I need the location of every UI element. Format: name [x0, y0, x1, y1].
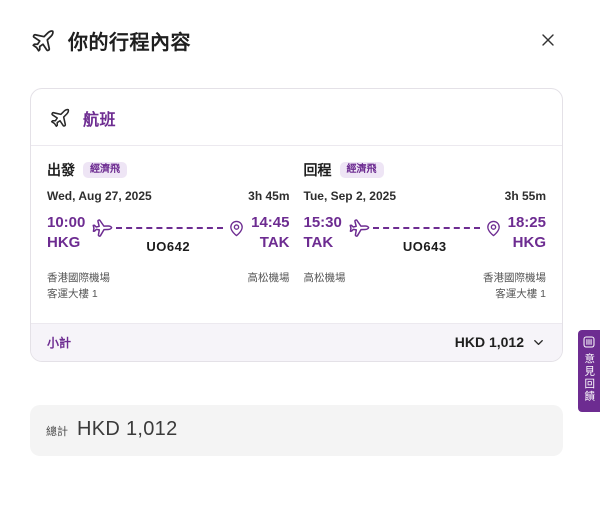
arrival-time: 18:25 — [507, 214, 546, 231]
arrival-time-block: 18:25 HKG — [508, 213, 546, 254]
survey-icon — [583, 336, 595, 348]
flights-section-title: 航班 — [83, 112, 117, 129]
route-line — [91, 218, 245, 238]
flight-date: Wed, Aug 27, 2025 — [47, 189, 152, 203]
close-button[interactable] — [538, 30, 558, 50]
route-dashed-line — [116, 227, 224, 229]
plane-icon — [344, 214, 372, 242]
subtotal-amount: HKD 1,012 — [455, 334, 546, 350]
leg-date-row: Tue, Sep 2, 2025 3h 55m — [304, 189, 547, 203]
leg-date-row: Wed, Aug 27, 2025 3h 45m — [47, 189, 290, 203]
departure-code: HKG — [47, 233, 81, 251]
route-line — [348, 218, 502, 238]
arrival-code: TAK — [259, 233, 290, 251]
arrival-airport: 高松機場 — [247, 272, 290, 284]
route-graphic: UO643 — [342, 213, 508, 254]
route-row: 10:00 HKG UO642 14:45 TAK — [47, 213, 290, 254]
page-title: 你的行程內容 — [68, 32, 191, 54]
flight-date: Tue, Sep 2, 2025 — [303, 189, 397, 203]
route-row: 15:30 TAK UO643 18:25 HKG — [304, 213, 547, 254]
plane-icon — [49, 107, 71, 129]
arrival-code: HKG — [512, 233, 546, 251]
route-graphic: UO642 — [85, 213, 251, 254]
flights-section-header: 航班 — [31, 89, 562, 146]
fare-class-badge: 經濟飛 — [83, 162, 127, 178]
flight-number: UO643 — [402, 239, 447, 254]
airports-row: 香港國際機場 客運大樓 1 高松機場 — [47, 270, 290, 303]
arrival-time-block: 14:45 TAK — [251, 213, 289, 254]
itinerary-card: 航班 出發 經濟飛 Wed, Aug 27, 2025 3h 45m 10:00… — [30, 88, 563, 362]
departure-airport: 香港國際機場 客運大樓 1 — [47, 272, 110, 301]
departure-time-block: 15:30 TAK — [304, 213, 342, 254]
departure-airport: 高松機場 — [303, 272, 346, 284]
direction-label: 回程 — [303, 162, 332, 178]
departure-time: 15:30 — [303, 214, 342, 231]
total-card: 總計 HKD 1,012 — [30, 404, 563, 456]
feedback-tab[interactable]: 意見回饋 — [578, 330, 600, 412]
flight-legs: 出發 經濟飛 Wed, Aug 27, 2025 3h 45m 10:00 HK… — [31, 146, 562, 323]
map-pin-icon — [228, 220, 245, 237]
fare-class-badge: 經濟飛 — [339, 162, 384, 178]
total-amount: HKD 1,012 — [77, 417, 178, 440]
flight-leg-return: 回程 經濟飛 Tue, Sep 2, 2025 3h 55m 15:30 TAK — [304, 160, 547, 303]
departure-time-block: 10:00 HKG — [47, 213, 85, 254]
departure-code: TAK — [303, 233, 334, 251]
chevron-down-icon — [531, 335, 546, 350]
direction-label: 出發 — [47, 162, 75, 178]
close-icon — [541, 33, 555, 47]
route-dashed-line — [372, 227, 480, 229]
flight-number: UO642 — [146, 239, 191, 254]
airports-row: 高松機場 香港國際機場 客運大樓 1 — [304, 270, 547, 303]
flight-leg-outbound: 出發 經濟飛 Wed, Aug 27, 2025 3h 45m 10:00 HK… — [47, 160, 290, 303]
arrival-time: 14:45 — [251, 214, 290, 231]
arrival-airport: 香港國際機場 客運大樓 1 — [483, 272, 546, 301]
flight-duration: 3h 45m — [248, 189, 290, 203]
leg-heading: 回程 經濟飛 — [304, 160, 547, 180]
subtotal-row[interactable]: 小計 HKD 1,012 — [31, 322, 562, 361]
flight-duration: 3h 55m — [504, 189, 546, 203]
map-pin-icon — [485, 220, 502, 237]
subtotal-label: 小計 — [47, 335, 72, 350]
plane-icon — [30, 28, 56, 54]
plane-icon — [87, 214, 115, 242]
panel-header: 你的行程內容 — [0, 0, 600, 55]
total-label: 總計 — [46, 425, 68, 438]
departure-time: 10:00 — [47, 214, 86, 231]
feedback-tab-label: 意見回饋 — [583, 353, 596, 403]
leg-heading: 出發 經濟飛 — [47, 160, 290, 180]
